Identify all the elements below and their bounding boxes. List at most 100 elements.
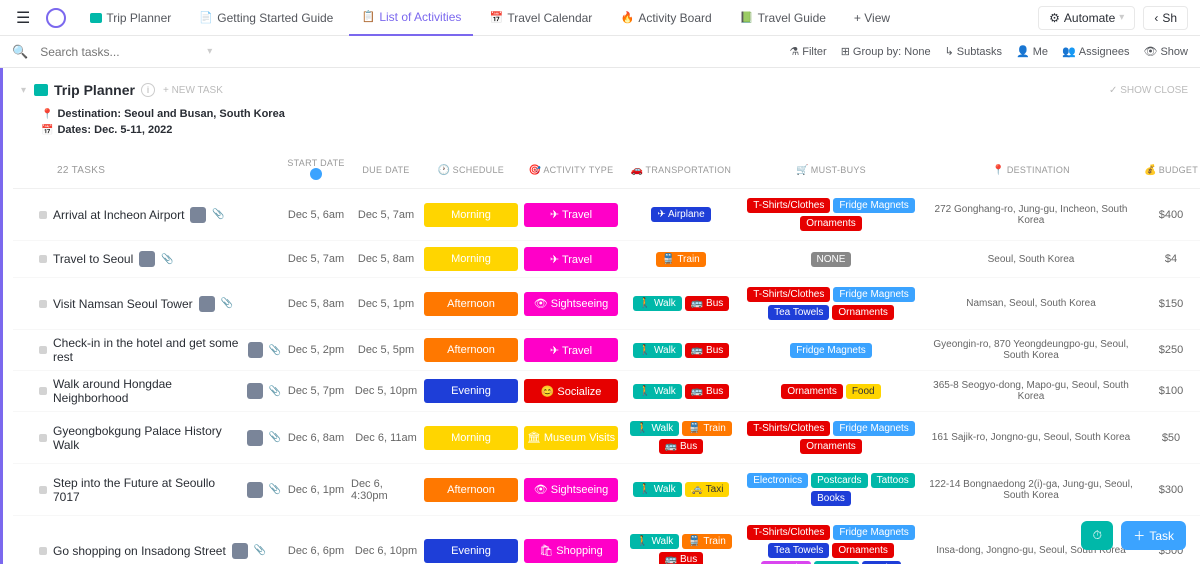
schedule-badge[interactable]: Morning [424, 426, 518, 450]
start-date[interactable]: Dec 5, 8am [281, 298, 351, 310]
logo-icon[interactable] [46, 8, 66, 28]
status-icon[interactable] [39, 547, 47, 555]
attachment-icon[interactable]: 📎 [212, 209, 224, 220]
status-icon[interactable] [39, 255, 47, 263]
due-date[interactable]: Dec 5, 5pm [351, 344, 421, 356]
attachment-icon[interactable]: 📎 [161, 254, 173, 265]
col-mustbuys[interactable]: 🛒MUST-BUYS [741, 165, 921, 176]
show-button[interactable]: 👁 Show [1144, 45, 1189, 58]
activity-badge[interactable]: ✈ Travel [524, 203, 618, 227]
view-tab[interactable]: 📄Getting Started Guide [187, 0, 345, 36]
task-name[interactable]: Walk around Hongdae Neighborhood [53, 377, 241, 405]
status-icon[interactable] [39, 211, 47, 219]
view-tab[interactable]: 📅Travel Calendar [477, 0, 604, 36]
schedule-badge[interactable]: Morning [424, 203, 518, 227]
status-icon[interactable] [39, 486, 47, 494]
activity-badge[interactable]: 🛍 Shopping [524, 539, 618, 563]
automate-button[interactable]: ⚙ Automate ▾ [1038, 6, 1135, 30]
subtasks-button[interactable]: ↳ Subtasks [945, 45, 1002, 58]
mustbuy-tags[interactable]: T-Shirts/ClothesFridge MagnetsTea Towels… [741, 284, 921, 323]
status-icon[interactable] [39, 300, 47, 308]
view-tab[interactable]: 🔥Activity Board [608, 0, 723, 36]
task-name[interactable]: Go shopping on Insadong Street [53, 544, 226, 558]
col-schedule[interactable]: 🕐SCHEDULE [421, 165, 521, 176]
collapse-icon[interactable]: ▾ [21, 85, 26, 96]
info-icon[interactable]: i [141, 83, 155, 97]
col-due[interactable]: DUE DATE [351, 165, 421, 175]
start-date[interactable]: Dec 6, 8am [281, 432, 351, 444]
due-date[interactable]: Dec 5, 1pm [351, 298, 421, 310]
activity-badge[interactable]: ✈ Travel [524, 247, 618, 271]
mustbuy-tags[interactable]: OrnamentsFood [741, 381, 921, 402]
col-activity[interactable]: 🎯ACTIVITY TYPE [521, 165, 621, 176]
task-row[interactable]: Arrival at Incheon Airport 📎 Dec 5, 6am … [13, 189, 1200, 241]
task-name[interactable]: Step into the Future at Seoullo 7017 [53, 476, 241, 504]
task-name[interactable]: Visit Namsan Seoul Tower [53, 297, 193, 311]
budget-text[interactable]: $300 [1141, 484, 1200, 496]
col-budget[interactable]: 💰BUDGET [1141, 165, 1200, 176]
budget-text[interactable]: $4 [1141, 253, 1200, 265]
filter-button[interactable]: ⚗ Filter [789, 45, 826, 58]
add-view-tab[interactable]: + View [842, 0, 902, 36]
destination-text[interactable]: 272 Gonghang-ro, Jung-gu, Incheon, South… [921, 204, 1141, 226]
start-date[interactable]: Dec 6, 6pm [281, 545, 351, 557]
share-button[interactable]: ‹ Sh [1143, 6, 1188, 30]
task-row[interactable]: Go shopping on Insadong Street 📎 Dec 6, … [13, 516, 1200, 564]
attachment-icon[interactable]: 📎 [269, 432, 281, 443]
task-row[interactable]: Travel to Seoul 📎 Dec 5, 7am Dec 5, 8am … [13, 241, 1200, 278]
activity-badge[interactable]: 🏛 Museum Visits [524, 426, 618, 450]
transport-tags[interactable]: 🚶 Walk🚕 Taxi [621, 479, 741, 500]
attachment-icon[interactable]: 📎 [221, 298, 233, 309]
menu-icon[interactable]: ☰ [12, 4, 34, 32]
new-task-fab[interactable]: ＋ Task [1121, 521, 1186, 550]
attachment-icon[interactable]: 📎 [269, 345, 281, 356]
activity-badge[interactable]: 👁 Sightseeing [524, 478, 618, 502]
transport-tags[interactable]: 🚶 Walk🚆 Train🚌 Bus [621, 531, 741, 564]
destination-text[interactable]: Gyeongin-ro, 870 Yeongdeungpo-gu, Seoul,… [921, 339, 1141, 361]
budget-text[interactable]: $50 [1141, 432, 1200, 444]
start-date[interactable]: Dec 5, 2pm [281, 344, 351, 356]
view-tab[interactable]: 📋List of Activities [349, 0, 473, 36]
search-input[interactable] [40, 45, 195, 59]
schedule-badge[interactable]: Afternoon [424, 338, 518, 362]
destination-text[interactable]: 161 Sajik-ro, Jongno-gu, Seoul, South Ko… [921, 432, 1141, 443]
show-closed-button[interactable]: ✓ SHOW CLOSE [1109, 85, 1188, 96]
start-date[interactable]: Dec 5, 7am [281, 253, 351, 265]
group-button[interactable]: ⊞ Group by: None [841, 45, 931, 58]
destination-text[interactable]: Seoul, South Korea [921, 254, 1141, 265]
start-date[interactable]: Dec 5, 6am [281, 209, 351, 221]
attachment-icon[interactable]: 📎 [254, 545, 266, 556]
budget-text[interactable]: $100 [1141, 385, 1200, 397]
task-name[interactable]: Travel to Seoul [53, 252, 133, 266]
start-date[interactable]: Dec 6, 1pm [281, 484, 351, 496]
transport-tags[interactable]: 🚶 Walk🚆 Train🚌 Bus [621, 418, 741, 457]
transport-tags[interactable]: 🚆 Train [621, 249, 741, 270]
destination-text[interactable]: 122-14 Bongnaedong 2(i)-ga, Jung-gu, Seo… [921, 479, 1141, 501]
transport-tags[interactable]: 🚶 Walk🚌 Bus [621, 293, 741, 314]
schedule-badge[interactable]: Evening [424, 539, 518, 563]
due-date[interactable]: Dec 6, 10pm [351, 545, 421, 557]
destination-text[interactable]: 365-8 Seogyo-dong, Mapo-gu, Seoul, South… [921, 380, 1141, 402]
attachment-icon[interactable]: 📎 [269, 484, 281, 495]
status-icon[interactable] [39, 434, 47, 442]
task-row[interactable]: Gyeongbokgung Palace History Walk 📎 Dec … [13, 412, 1200, 464]
schedule-badge[interactable]: Afternoon [424, 478, 518, 502]
assignees-button[interactable]: 👥 Assignees [1062, 45, 1129, 58]
schedule-badge[interactable]: Morning [424, 247, 518, 271]
status-icon[interactable] [39, 346, 47, 354]
col-destination[interactable]: 📍DESTINATION [921, 165, 1141, 176]
transport-tags[interactable]: ✈ Airplane [621, 204, 741, 225]
destination-text[interactable]: Namsan, Seoul, South Korea [921, 298, 1141, 309]
attachment-icon[interactable]: 📎 [269, 386, 281, 397]
task-name[interactable]: Gyeongbokgung Palace History Walk [53, 424, 241, 452]
mustbuy-tags[interactable]: ElectronicsPostcardsTattoosBooks [741, 470, 921, 509]
task-name[interactable]: Check-in in the hotel and get some rest [53, 336, 242, 364]
schedule-badge[interactable]: Afternoon [424, 292, 518, 316]
mustbuy-tags[interactable]: T-Shirts/ClothesFridge MagnetsTea Towels… [741, 522, 921, 564]
view-tab[interactable]: 📗Travel Guide [728, 0, 838, 36]
budget-text[interactable]: $400 [1141, 209, 1200, 221]
transport-tags[interactable]: 🚶 Walk🚌 Bus [621, 381, 741, 402]
budget-text[interactable]: $250 [1141, 344, 1200, 356]
transport-tags[interactable]: 🚶 Walk🚌 Bus [621, 340, 741, 361]
col-transport[interactable]: 🚗TRANSPORTATION [621, 165, 741, 176]
